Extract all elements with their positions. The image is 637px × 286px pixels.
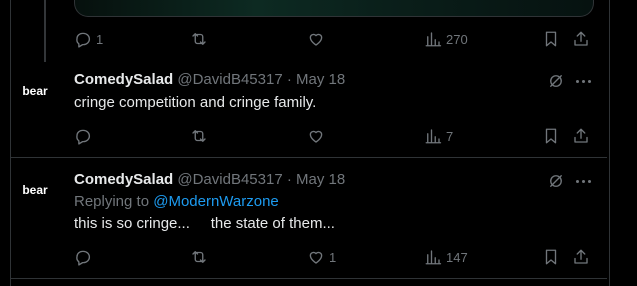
display-name[interactable]: ComedySalad	[74, 171, 173, 188]
share-icon	[574, 31, 588, 46]
bookmark-icon	[545, 31, 557, 47]
separator-dot: ·	[286, 171, 292, 188]
reply-button[interactable]: 1	[74, 29, 103, 49]
views-count: 7	[446, 128, 454, 144]
timestamp[interactable]: May 18	[296, 171, 345, 188]
views-icon	[425, 32, 442, 47]
repost-button[interactable]	[190, 29, 212, 49]
views-count: 270	[446, 31, 468, 47]
repost-button[interactable]	[190, 247, 212, 267]
tweet-text: this is so cringe... the state of them..…	[74, 215, 335, 232]
views-button[interactable]: 147	[424, 247, 468, 267]
replying-to-link[interactable]: @ModernWarzone	[153, 193, 279, 210]
more-icon[interactable]	[575, 72, 593, 90]
more-icon[interactable]	[575, 172, 593, 190]
views-button[interactable]: 7	[424, 126, 453, 146]
tweet-divider	[11, 278, 607, 279]
tweet-media[interactable]	[74, 0, 594, 17]
views-button[interactable]: 270	[424, 29, 468, 49]
like-button[interactable]	[307, 29, 329, 49]
separator-dot: ·	[286, 71, 292, 88]
like-button[interactable]: 1	[307, 247, 336, 267]
tweet-top-icons	[547, 172, 597, 192]
share-button[interactable]	[572, 126, 590, 146]
bookmark-button[interactable]	[542, 126, 560, 146]
bookmark-icon	[545, 249, 557, 265]
reply-count: 1	[96, 31, 104, 47]
views-icon	[425, 250, 442, 265]
bookmark-icon	[545, 128, 557, 144]
reply-icon	[76, 250, 91, 266]
like-icon	[309, 251, 323, 264]
repost-button[interactable]	[190, 126, 212, 146]
grok-icon[interactable]	[547, 172, 565, 190]
avatar[interactable]: bear	[20, 84, 50, 104]
replying-prefix: Replying to	[74, 193, 150, 210]
grok-icon[interactable]	[547, 72, 565, 90]
tweet-top-icons	[547, 72, 597, 92]
tweet-header: ComedySalad @DavidB45317 · May 18	[74, 171, 345, 188]
like-button[interactable]	[307, 126, 329, 146]
views-count: 147	[446, 249, 468, 265]
repost-icon	[192, 33, 206, 45]
timestamp[interactable]: May 18	[296, 71, 345, 88]
repost-icon	[192, 251, 206, 263]
reply-icon	[76, 129, 91, 145]
like-count: 1	[329, 249, 337, 265]
bookmark-button[interactable]	[542, 29, 560, 49]
repost-icon	[192, 130, 206, 142]
tweet-actions: 7	[74, 126, 592, 146]
share-button[interactable]	[572, 247, 590, 267]
thread-line	[44, 0, 46, 62]
bookmark-button[interactable]	[542, 247, 560, 267]
share-icon	[574, 128, 588, 143]
share-button[interactable]	[572, 29, 590, 49]
tweet-text: cringe competition and cringe family.	[74, 94, 317, 111]
avatar[interactable]: bear	[20, 183, 50, 203]
tweet-header: ComedySalad @DavidB45317 · May 18	[74, 71, 345, 88]
like-icon	[309, 130, 323, 143]
handle[interactable]: @DavidB45317	[177, 71, 282, 88]
share-icon	[574, 249, 588, 264]
replying-to: Replying to @ModernWarzone	[74, 193, 279, 210]
handle[interactable]: @DavidB45317	[177, 171, 282, 188]
reply-button[interactable]	[74, 247, 96, 267]
reply-icon	[76, 32, 91, 48]
views-icon	[425, 129, 442, 144]
tweet-actions: 1 147	[74, 247, 592, 267]
like-icon	[309, 33, 323, 46]
reply-button[interactable]	[74, 126, 96, 146]
tweet-actions: 1 270	[74, 29, 592, 49]
display-name[interactable]: ComedySalad	[74, 71, 173, 88]
